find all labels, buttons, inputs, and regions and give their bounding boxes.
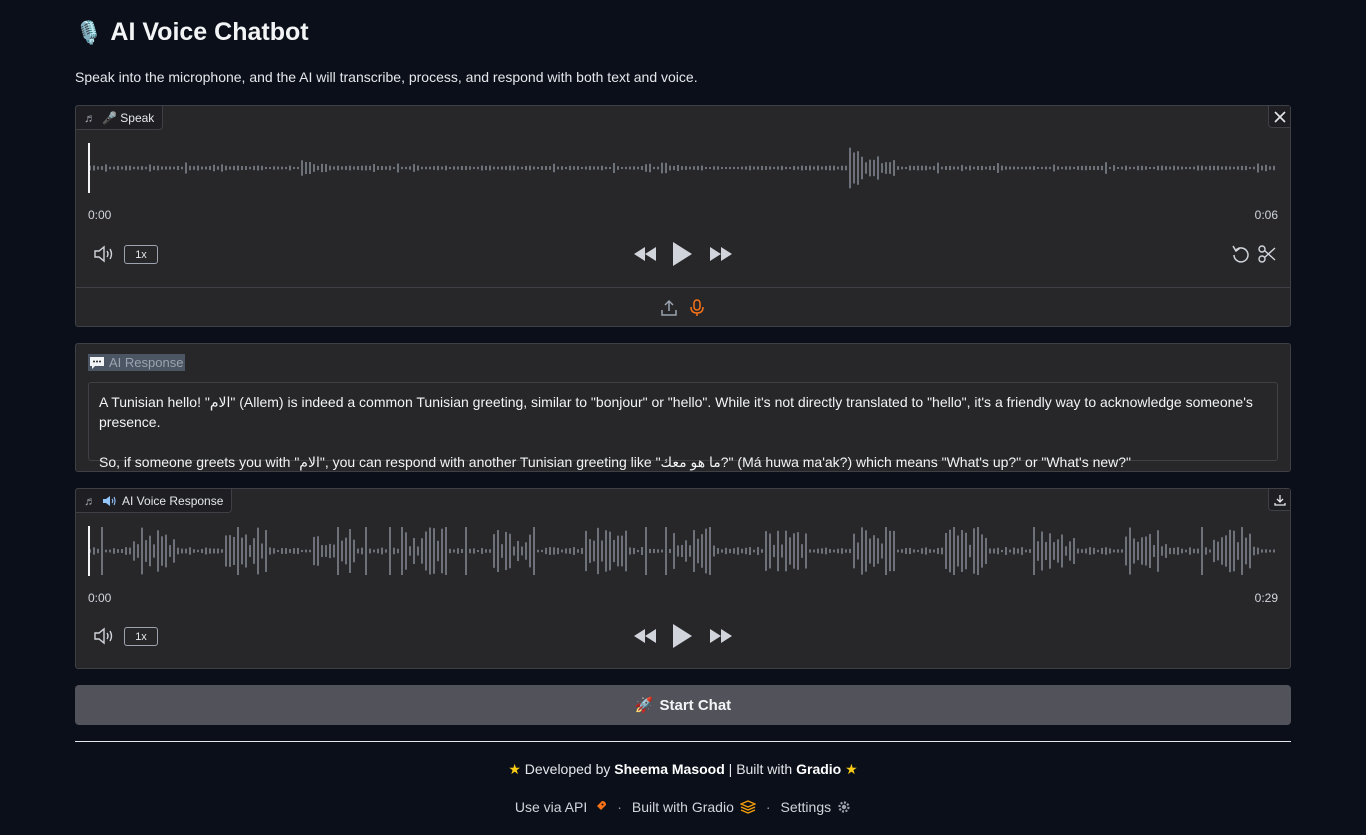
start-chat-button[interactable]: 🚀 Start Chat (75, 685, 1291, 725)
speak-audio-panel: ♬ 🎤 Speak 0:00 0:06 1x (75, 105, 1291, 327)
footer-separator: · (617, 799, 622, 815)
rewind-icon (634, 247, 656, 261)
download-icon (1273, 494, 1286, 506)
settings-label: Settings (780, 799, 832, 815)
voice-response-panel: ♬ AI Voice Response 0:00 0:29 1x (75, 488, 1291, 669)
trim-audio-button[interactable] (1256, 244, 1278, 264)
fast-forward-icon (710, 247, 732, 261)
output-skip-backward-button[interactable] (632, 626, 658, 646)
music-note-icon: ♬ (84, 110, 96, 125)
gear-icon (838, 801, 850, 813)
footer-separator: · (765, 799, 771, 815)
output-skip-forward-button[interactable] (708, 626, 734, 646)
page-title: 🎙️ AI Voice Chatbot (75, 18, 309, 47)
built-with-gradio-link[interactable]: Built with Gradio (632, 799, 756, 815)
undo-icon (1232, 245, 1249, 263)
close-icon (1273, 110, 1286, 123)
download-audio-button[interactable] (1268, 489, 1290, 511)
speak-audio-label: ♬ 🎤 Speak (76, 106, 164, 130)
input-waveform[interactable] (88, 141, 1278, 195)
play-button[interactable] (670, 240, 694, 268)
credit-author: Sheema Masood (614, 761, 725, 777)
ai-response-textbox[interactable]: A Tunisian hello! "الام" (Allem) is inde… (88, 382, 1278, 470)
volume-icon (94, 245, 113, 263)
rocket-icon: 🚀 (634, 697, 654, 714)
speech-bubble-icon (90, 356, 104, 369)
voice-response-label: ♬ AI Voice Response (76, 489, 233, 513)
skip-backward-button[interactable] (632, 244, 658, 264)
output-waveform[interactable] (88, 524, 1278, 578)
use-via-api-label: Use via API (514, 799, 588, 815)
play-icon (673, 624, 692, 648)
output-time-current: 0:00 (88, 591, 112, 605)
gradio-logo-icon (739, 800, 756, 814)
star-icon: ★ (845, 761, 858, 777)
input-time-current: 0:00 (88, 208, 112, 222)
microphone-icon (690, 298, 704, 316)
play-icon (673, 242, 692, 266)
reset-audio-button[interactable] (1230, 244, 1252, 264)
star-icon: ★ (508, 761, 521, 777)
upload-source-button[interactable] (660, 299, 678, 317)
music-note-icon: ♬ (84, 493, 96, 508)
built-with-gradio-label: Built with Gradio (631, 799, 734, 815)
upload-icon (661, 299, 677, 316)
credit-middle: Built with (736, 761, 793, 777)
skip-forward-button[interactable] (708, 244, 734, 264)
ai-response-label-text: AI Response (109, 355, 184, 370)
settings-link[interactable]: Settings (781, 799, 852, 815)
rewind-icon (634, 629, 656, 643)
output-volume-button[interactable] (92, 625, 116, 647)
credit-line: ★ Developed by Sheema Masood | Built wit… (75, 761, 1291, 778)
credit-framework: Gradio (796, 761, 842, 777)
scissors-icon (1258, 245, 1276, 263)
microphone-source-button[interactable] (688, 298, 706, 317)
microphone-icon: 🎙️ (75, 19, 103, 45)
rocket-icon (596, 801, 607, 811)
ai-response-label: AI Response (88, 354, 186, 371)
divider (75, 741, 1291, 742)
output-play-button[interactable] (670, 622, 694, 650)
playback-rate-button[interactable]: 1x (124, 245, 158, 264)
fast-forward-icon (710, 629, 732, 643)
start-chat-label: Start Chat (659, 696, 732, 714)
use-via-api-link[interactable]: Use via API (515, 799, 607, 815)
credit-separator: | (728, 761, 733, 777)
output-playback-rate-button[interactable]: 1x (124, 627, 158, 646)
volume-button[interactable] (92, 243, 116, 265)
output-time-total: 0:29 (1254, 591, 1278, 605)
speaker-icon (103, 495, 116, 506)
clear-audio-button[interactable] (1268, 106, 1290, 128)
credit-prefix: Developed by (524, 761, 611, 777)
page-title-text: AI Voice Chatbot (110, 18, 309, 46)
audio-source-bar (76, 287, 1290, 327)
page-subtitle: Speak into the microphone, and the AI wi… (75, 69, 698, 85)
ai-response-panel: AI Response A Tunisian hello! "الام" (Al… (75, 343, 1291, 472)
input-time-total: 0:06 (1254, 208, 1278, 222)
speak-audio-label-text: 🎤 Speak (102, 110, 155, 125)
footer: Use via API · Built with Gradio · Settin… (75, 799, 1291, 815)
volume-icon (94, 627, 113, 645)
voice-response-label-text: AI Voice Response (122, 493, 224, 508)
